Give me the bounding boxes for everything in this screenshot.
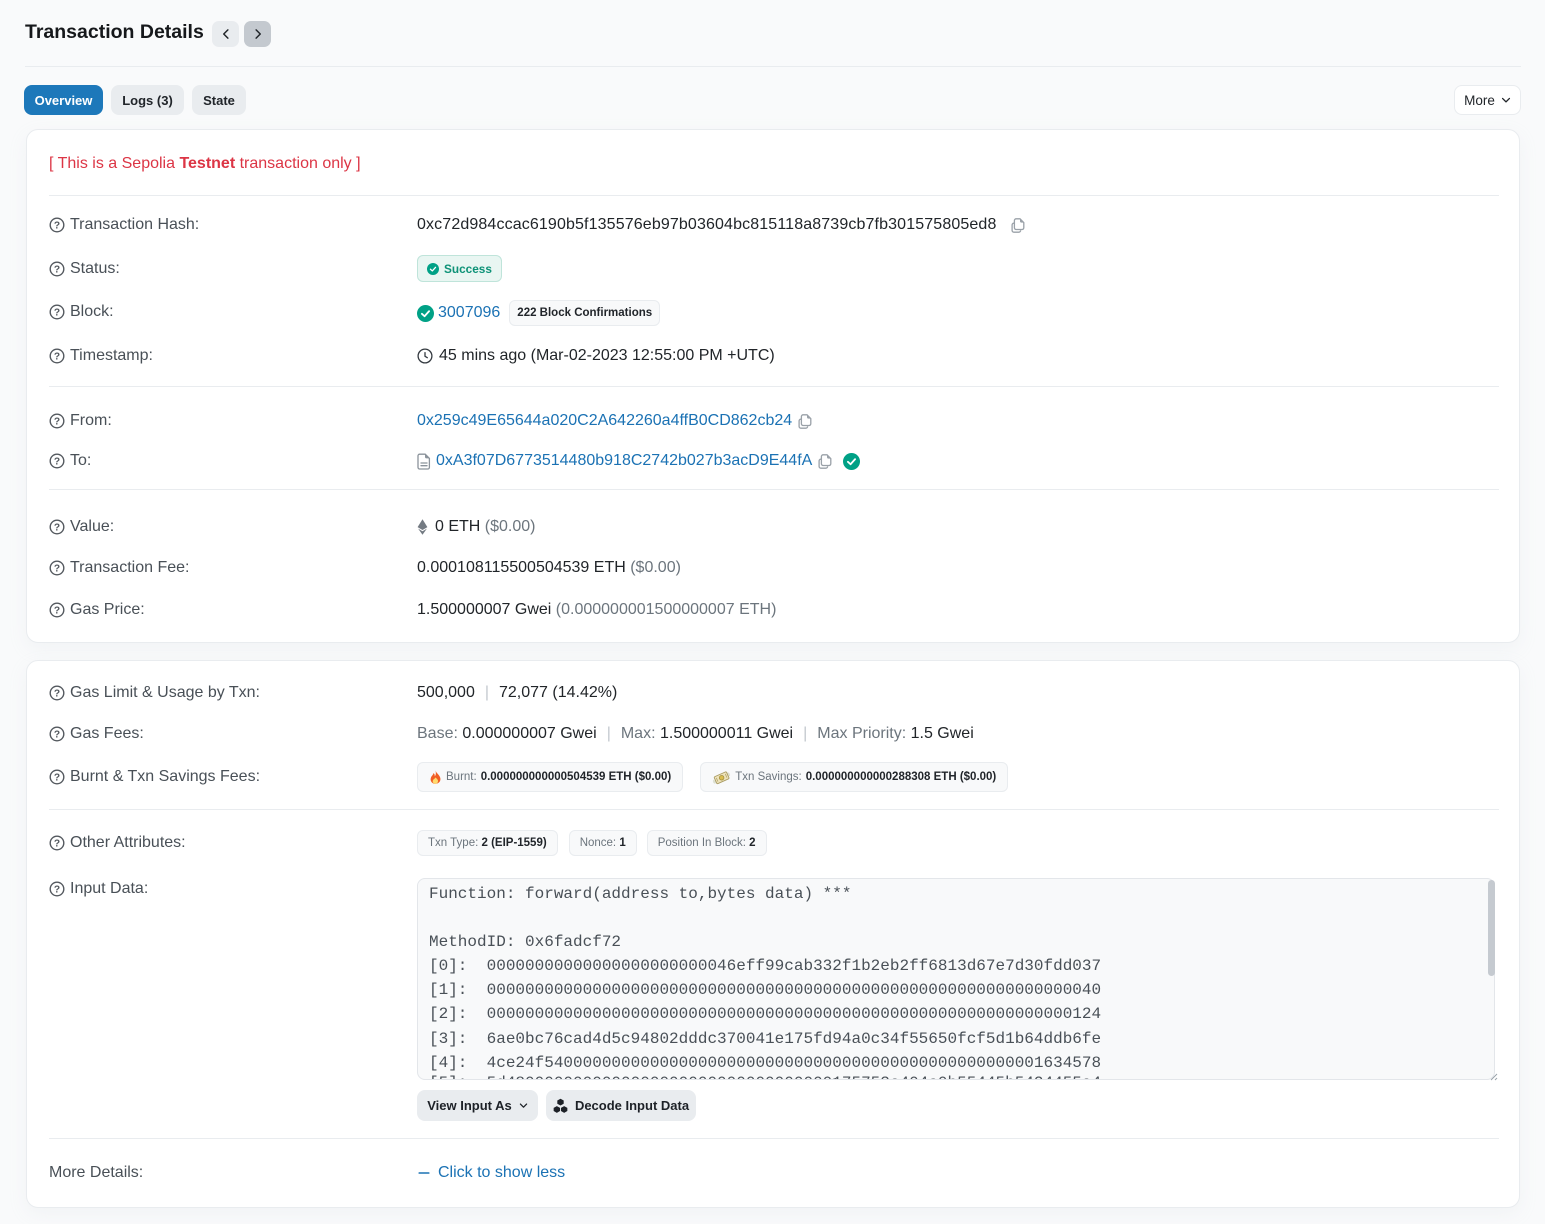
svg-text:?: ? — [54, 839, 60, 850]
svg-text:?: ? — [54, 457, 60, 468]
svg-text:?: ? — [54, 730, 60, 741]
svg-text:?: ? — [54, 221, 60, 232]
svg-text:?: ? — [54, 564, 60, 575]
svg-text:?: ? — [54, 773, 60, 784]
svg-text:?: ? — [54, 264, 60, 275]
svg-text:?: ? — [54, 352, 60, 363]
svg-text:?: ? — [54, 689, 60, 700]
svg-text:?: ? — [54, 308, 60, 319]
svg-text:?: ? — [54, 523, 60, 534]
svg-text:?: ? — [54, 606, 60, 617]
svg-text:?: ? — [54, 885, 60, 896]
svg-text:?: ? — [54, 417, 60, 428]
